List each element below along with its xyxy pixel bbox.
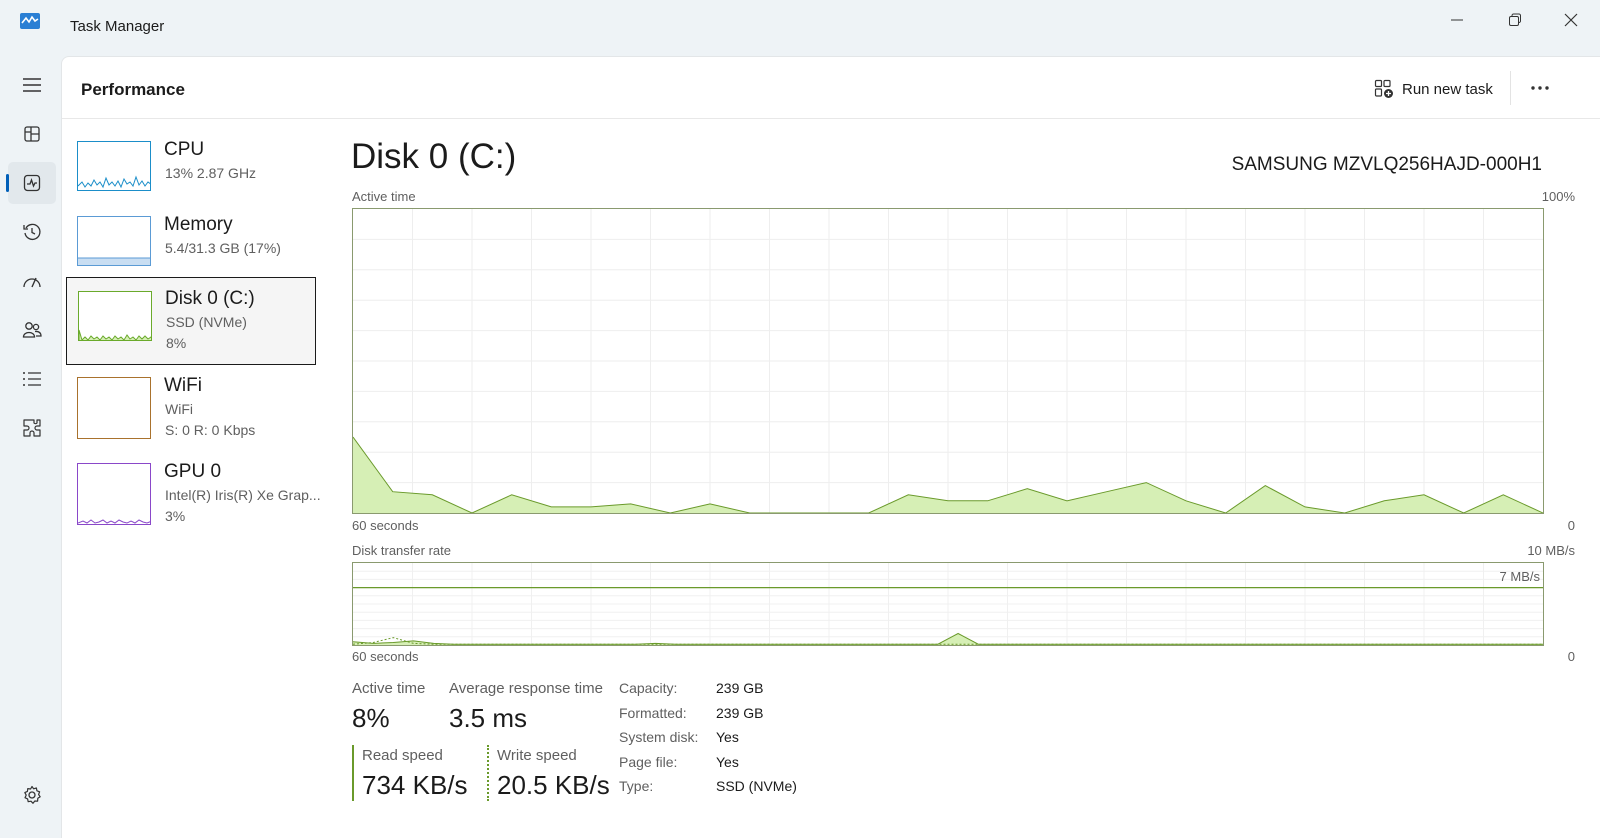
device-name: GPU 0 [164,461,222,482]
nav-performance[interactable] [8,162,56,204]
page-header: Performance Run new task [62,57,1600,119]
active-time-graph-label: Active time [352,189,416,204]
property-value: Yes [716,754,739,770]
transfer-x-left-label: 60 seconds [352,649,419,664]
nav-users[interactable] [8,309,56,351]
active-time-x-right-label: 0 [1567,518,1575,533]
device-name: Memory [164,214,233,235]
minimize-icon [1451,19,1463,21]
more-options-button[interactable] [1524,73,1556,103]
page-title: Performance [81,80,185,99]
device-usage: 3% [165,508,186,524]
header-divider [1510,71,1511,105]
transfer-graph-label: Disk transfer rate [352,543,451,558]
property-key: Page file: [619,754,678,770]
write-speed-label: Write speed [497,747,577,764]
property-value: SSD (NVMe) [716,778,797,794]
device-detail: 13% 2.87 GHz [165,165,257,181]
window-title: Task Manager [70,18,165,35]
minimize-button[interactable] [1428,0,1486,40]
hamburger-menu-icon [23,78,41,92]
device-detail: 5.4/31.3 GB (17%) [165,240,281,256]
title-bar: Task Manager [0,0,1600,56]
device-usage: S: 0 R: 0 Kbps [165,422,256,438]
processes-icon [24,126,40,142]
close-button[interactable] [1542,0,1600,40]
details-icon [23,372,41,386]
nav-services[interactable] [8,407,56,449]
nav-startup-apps[interactable] [8,260,56,302]
read-speed-label: Read speed [362,747,443,764]
device-detail: WiFi [165,401,193,417]
device-name: Disk 0 (C:) [165,288,255,309]
device-name: WiFi [164,375,202,396]
device-detail: Intel(R) Iris(R) Xe Grap... [165,487,321,503]
device-cpu[interactable]: CPU 13% 2.87 GHz [66,137,316,207]
transfer-rate-chart [352,563,1543,645]
active-time-stat-value: 8% [352,703,390,733]
property-key: System disk: [619,729,699,745]
disk-model: SAMSUNG MZVLQ256HAJD-000H1 [1231,154,1542,175]
restore-icon [1509,13,1521,26]
nav-settings[interactable] [8,774,56,816]
active-time-graph [352,208,1544,514]
wifi-thumbnail-graph [77,377,151,439]
gpu-thumbnail-graph [77,463,151,525]
transfer-mid-label: 7 MB/s [1499,569,1540,584]
device-gpu-0[interactable]: GPU 0 Intel(R) Iris(R) Xe Grap... 3% [66,459,321,529]
run-new-task-icon [1374,79,1393,98]
task-manager-logo-icon [19,12,41,30]
device-disk-0[interactable]: Disk 0 (C:) SSD (NVMe) 8% [66,277,316,365]
cpu-thumbnail-graph [77,141,151,191]
avg-response-stat-value: 3.5 ms [449,703,528,733]
device-name: CPU [164,139,205,160]
read-speed-indicator [352,745,354,801]
disk-title: Disk 0 (C:) [351,137,517,176]
active-time-x-left-label: 60 seconds [352,518,419,533]
transfer-rate-graph: 7 MB/s [352,562,1544,646]
write-speed-value: 20.5 KB/s [497,770,610,800]
property-value: Yes [716,729,739,745]
nav-app-history[interactable] [8,211,56,253]
property-key: Type: [619,778,654,794]
restore-button[interactable] [1486,0,1544,40]
memory-thumbnail-graph [77,216,151,266]
transfer-max-label: 10 MB/s [1527,543,1575,558]
settings-icon [24,785,41,804]
active-time-stat-label: Active time [352,680,426,697]
startup-apps-icon [23,277,41,288]
app-history-icon [23,223,41,241]
write-speed-indicator [487,745,489,801]
read-speed-value: 734 KB/s [362,770,468,800]
users-icon [22,322,42,338]
services-icon [23,419,41,437]
avg-response-stat-label: Average response time [449,680,603,697]
device-usage: 8% [166,335,187,351]
property-key: Formatted: [619,705,687,721]
main-panel: Performance Run new task CPU 13% 2.87 GH… [61,56,1600,838]
navigation-rail [0,56,62,838]
close-icon [1564,13,1578,27]
device-wifi[interactable]: WiFi WiFi S: 0 R: 0 Kbps [66,373,316,443]
device-detail: SSD (NVMe) [166,314,247,330]
active-time-max-label: 100% [1541,189,1575,204]
nav-processes[interactable] [8,113,56,155]
active-time-chart [352,209,1544,514]
property-value: 239 GB [716,680,764,696]
transfer-x-right-label: 0 [1567,649,1575,664]
run-new-task-label: Run new task [1402,80,1493,98]
disk-thumbnail-graph [78,291,152,341]
active-indicator [6,174,9,192]
performance-icon [23,174,41,192]
more-icon [1531,86,1549,90]
hamburger-menu-button[interactable] [8,64,56,106]
run-new-task-button[interactable]: Run new task [1374,76,1493,102]
property-key: Capacity: [619,680,678,696]
nav-details[interactable] [8,358,56,400]
device-memory[interactable]: Memory 5.4/31.3 GB (17%) [66,212,316,282]
property-value: 239 GB [716,705,764,721]
